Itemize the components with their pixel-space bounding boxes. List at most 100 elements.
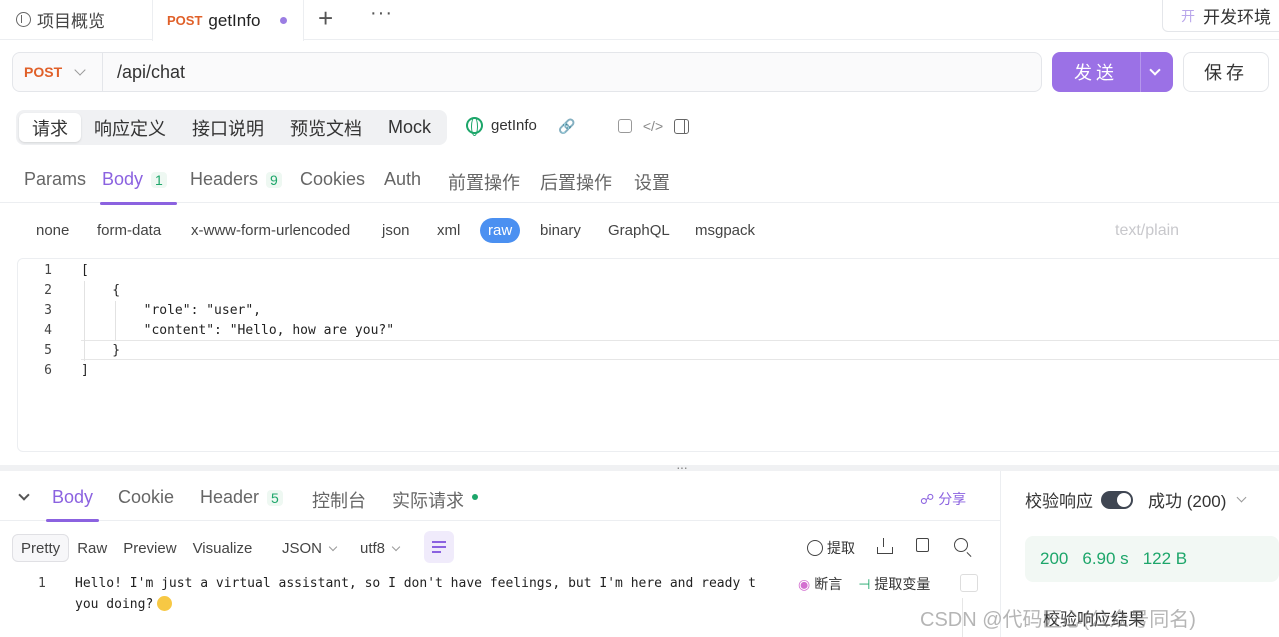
collapse-chevron-icon[interactable] [18, 489, 30, 501]
environment-icon: 开 [1181, 7, 1195, 24]
response-line-2-text: you doing? [75, 597, 154, 612]
download-button[interactable] [877, 538, 893, 554]
unsaved-dot-icon [280, 17, 288, 24]
body-type-form-data[interactable]: form-data [97, 222, 161, 239]
subtab-response-def[interactable]: 响应定义 [81, 113, 179, 142]
url-input[interactable]: /api/chat [103, 62, 185, 83]
search-button[interactable] [954, 538, 968, 552]
environment-selector[interactable]: 开 开发环境 [1162, 0, 1279, 32]
extract-icon [807, 540, 823, 556]
request-tabs: Params Body 1 Headers 9 Cookies Auth 前置操… [0, 155, 1279, 205]
response-line-2: you doing? [75, 596, 173, 612]
send-options-chevron-icon[interactable] [1149, 64, 1161, 76]
link-icon[interactable]: 🔗 [558, 117, 576, 135]
tab-settings[interactable]: 设置 [634, 169, 670, 195]
tab-cookies[interactable]: Cookies [300, 169, 365, 190]
tab-post-ops[interactable]: 后置操作 [540, 169, 612, 195]
subtab-api-doc[interactable]: 接口说明 [179, 113, 277, 142]
extract-label: 提取 [827, 540, 855, 556]
response-inline-actions: ◉ 断言 ⊣ 提取变量 [790, 571, 931, 597]
more-tabs-button[interactable]: ··· [370, 2, 393, 25]
assert-button[interactable]: ◉ 断言 [798, 574, 842, 594]
send-button[interactable]: 发送 [1052, 52, 1173, 92]
tab-body-count: 1 [151, 171, 167, 188]
new-tab-button[interactable]: + [318, 3, 333, 33]
encoding-select[interactable]: utf8 [360, 540, 401, 557]
body-type-none[interactable]: none [36, 222, 69, 239]
copy-icon [916, 538, 929, 552]
tab-params[interactable]: Params [24, 169, 86, 190]
format-visualize[interactable]: Visualize [185, 534, 261, 562]
body-type-xml[interactable]: xml [437, 222, 460, 239]
extract-button[interactable]: 提取 [807, 538, 855, 558]
format-pretty[interactable]: Pretty [12, 534, 70, 562]
method-select[interactable]: POST [13, 53, 103, 91]
select-checkbox[interactable] [960, 574, 978, 592]
status-select[interactable]: 成功 (200) [1148, 487, 1247, 512]
resp-tab-cookie[interactable]: Cookie [118, 487, 174, 508]
line-code: ] [81, 362, 89, 378]
tab-getinfo[interactable]: POST getInfo [152, 0, 304, 41]
assert-label: 断言 [814, 576, 843, 592]
body-editor[interactable]: 1 [ 2 { 3 "role": "user", 4 "content": "… [17, 258, 1279, 452]
language-select[interactable]: JSON [282, 540, 338, 557]
language-label: JSON [282, 540, 323, 557]
editor-line: 6 ] [18, 360, 1279, 380]
tab-strip: 项目概览 POST getInfo + ··· 开 开发环境 [0, 0, 1279, 41]
api-name: getInfo [466, 117, 537, 136]
url-bar: POST /api/chat [12, 52, 1042, 92]
body-type-raw[interactable]: raw [480, 218, 521, 243]
resp-tab-actual-request[interactable]: 实际请求 [392, 487, 478, 513]
environment-label: 开发环境 [1203, 8, 1271, 27]
side-panel-icon[interactable] [674, 118, 689, 134]
status-code: 200 [1040, 549, 1069, 568]
subtab-preview-doc[interactable]: 预览文档 [277, 113, 375, 142]
body-type-urlencoded[interactable]: x-www-form-urlencoded [191, 222, 350, 239]
resp-tab-header-count: 5 [267, 489, 283, 506]
assert-icon: ◉ [798, 575, 811, 592]
resp-tab-body[interactable]: Body [45, 487, 100, 522]
body-type-graphql[interactable]: GraphQL [608, 222, 670, 239]
format-preview[interactable]: Preview [115, 534, 184, 562]
editor-line: 2 { [18, 280, 1279, 300]
globe-icon [466, 117, 483, 136]
content-type-hint: text/plain [1115, 222, 1180, 239]
tab-body[interactable]: Body 1 [100, 169, 177, 205]
line-number: 1 [38, 576, 46, 591]
search-icon [954, 538, 968, 552]
format-raw[interactable]: Raw [69, 534, 115, 562]
tab-auth[interactable]: Auth [384, 169, 421, 190]
code-icon[interactable]: </> [643, 117, 663, 135]
extract-variable-button[interactable]: ⊣ 提取变量 [858, 574, 930, 594]
body-type-binary[interactable]: binary [540, 222, 581, 239]
extract-variable-label: 提取变量 [874, 576, 931, 592]
resp-tab-console[interactable]: 控制台 [312, 487, 366, 513]
editor-line: 3 "role": "user", [18, 300, 1279, 320]
subtab-mock[interactable]: Mock [375, 113, 444, 142]
resp-tab-header-label: Header [200, 487, 260, 507]
chevron-down-icon [74, 64, 86, 76]
body-type-json[interactable]: json [382, 222, 410, 239]
tab-project-overview[interactable]: 项目概览 [16, 7, 105, 31]
chevron-down-icon [391, 542, 401, 552]
tab-pre-ops[interactable]: 前置操作 [448, 169, 520, 195]
tab-headers[interactable]: Headers 9 [190, 169, 282, 190]
spacer-icon [588, 117, 606, 135]
resp-tab-header[interactable]: Header 5 [200, 487, 283, 508]
copy-response-button[interactable] [916, 538, 929, 552]
wrap-lines-button[interactable] [424, 531, 454, 563]
save-button[interactable]: 保存 [1183, 52, 1269, 92]
verify-toggle[interactable] [1101, 490, 1133, 509]
drag-handle-icon[interactable]: ··· [676, 460, 688, 474]
line-number: 6 [44, 362, 52, 378]
response-line-1: Hello! I'm just a virtual assistant, so … [75, 576, 756, 591]
response-tabs: Body Cookie Header 5 控制台 实际请求 ☍ 分享 [0, 471, 1000, 522]
body-type-msgpack[interactable]: msgpack [695, 222, 755, 239]
tab-headers-label: Headers [190, 169, 259, 189]
tab-body-label: Body [102, 169, 144, 189]
subtab-request[interactable]: 请求 [19, 113, 81, 142]
status-label: 成功 (200) [1148, 492, 1227, 511]
tab-overview-label: 项目概览 [37, 11, 105, 31]
copy-icon[interactable] [618, 119, 632, 133]
share-button[interactable]: ☍ 分享 [920, 489, 966, 509]
